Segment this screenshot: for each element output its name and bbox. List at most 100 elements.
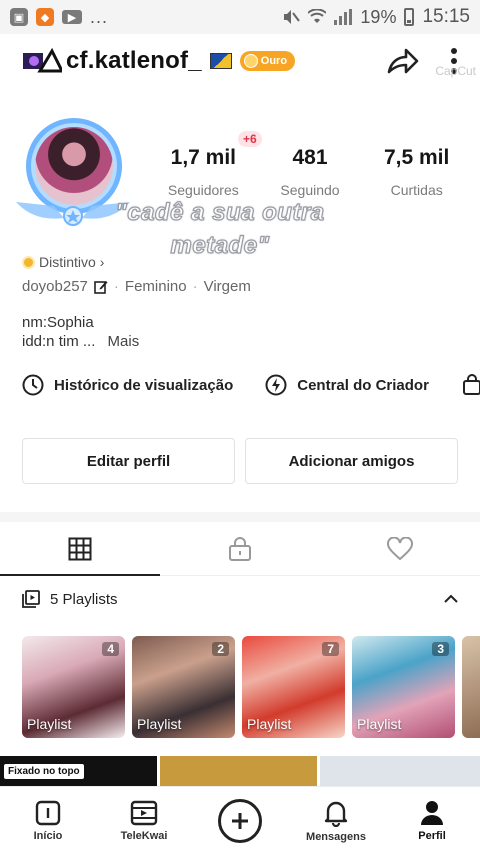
separator-dot: · bbox=[192, 278, 198, 295]
profile-bio: nm:Sophia idd:n tim ... Mais bbox=[22, 313, 139, 351]
content-tabs bbox=[0, 522, 480, 576]
youtube-icon: ▶ bbox=[62, 10, 82, 24]
share-icon[interactable] bbox=[386, 46, 420, 76]
following-stat[interactable]: 481 Seguindo bbox=[257, 146, 364, 198]
new-followers-badge: +6 bbox=[238, 131, 262, 147]
playlist-card[interactable]: 7 Playlist bbox=[242, 636, 345, 738]
battery-icon bbox=[404, 8, 415, 26]
chevron-right-icon: › bbox=[99, 254, 105, 270]
mute-icon bbox=[284, 10, 301, 24]
app-notification-icon: ◆ bbox=[36, 8, 54, 26]
wifi-icon bbox=[308, 9, 327, 23]
overlay-line-1: "cadê a sua outra bbox=[115, 198, 325, 226]
bio-more-link[interactable]: Mais bbox=[108, 333, 140, 350]
bag-icon bbox=[462, 374, 480, 395]
profile-header: cf.katlenof_ Ouro CapCut bbox=[0, 38, 480, 84]
profile-info-row: doyob257 · Feminino · Virgem bbox=[22, 278, 251, 295]
video-thumbnail[interactable]: Fixado no topo bbox=[0, 756, 157, 786]
lock-icon bbox=[229, 536, 251, 561]
create-button[interactable] bbox=[218, 798, 262, 843]
more-notifications: ... bbox=[90, 6, 109, 27]
zodiac-sign: Virgem bbox=[203, 278, 251, 295]
home-icon bbox=[35, 800, 61, 825]
add-friends-button[interactable]: Adicionar amigos bbox=[245, 438, 458, 484]
overlay-line-2: metade" bbox=[170, 231, 270, 259]
nav-profile[interactable]: Perfil bbox=[384, 787, 480, 854]
playlist-label: Playlist bbox=[357, 716, 402, 732]
gallery-app-icon: ▣ bbox=[10, 8, 28, 26]
playlist-label: Playlist bbox=[247, 716, 292, 732]
tv-icon bbox=[130, 800, 158, 825]
nav-profile-label: Perfil bbox=[418, 829, 446, 842]
followers-stat[interactable]: 1,7 mil Seguidores bbox=[150, 146, 257, 198]
nav-telekwai-label: TeleKwai bbox=[120, 829, 168, 842]
pinned-tag: Fixado no topo bbox=[4, 764, 84, 779]
playlist-video-count: 4 bbox=[102, 642, 119, 656]
playlist-video-count: 2 bbox=[212, 642, 229, 656]
playlists-row: 4 Playlist 2 Playlist 7 Playlist 3 Playl… bbox=[22, 636, 480, 740]
distintivo-link[interactable]: Distintivo › bbox=[22, 254, 104, 270]
playlist-icon bbox=[22, 590, 40, 608]
nav-messages[interactable]: Mensagens bbox=[288, 787, 384, 854]
clock-icon bbox=[22, 374, 44, 396]
heart-icon bbox=[387, 536, 413, 560]
nav-home-label: Início bbox=[33, 829, 63, 842]
distintivo-badge-icon bbox=[22, 255, 35, 269]
edit-profile-button[interactable]: Editar perfil bbox=[22, 438, 235, 484]
likes-stat[interactable]: 7,5 mil Curtidas bbox=[363, 146, 470, 198]
playlist-card[interactable]: 4 Playlist bbox=[22, 636, 125, 738]
followers-count: 1,7 mil bbox=[170, 146, 237, 169]
nav-create[interactable] bbox=[192, 787, 288, 854]
username: cf.katlenof_ bbox=[66, 47, 202, 74]
section-divider bbox=[0, 512, 480, 522]
distintivo-label: Distintivo bbox=[39, 254, 96, 270]
status-bar: ▣ ◆ ▶ ... 19% 15:15 bbox=[0, 0, 480, 34]
profile-stats: 1,7 mil Seguidores 481 Seguindo 7,5 mil … bbox=[150, 146, 470, 198]
creator-center-button[interactable]: Central do Criador bbox=[265, 374, 429, 396]
chevron-up-icon[interactable] bbox=[444, 594, 458, 604]
history-button[interactable]: Histórico de visualização bbox=[22, 374, 233, 396]
playlists-count-label: 5 Playlists bbox=[50, 590, 118, 608]
bell-icon bbox=[324, 801, 348, 827]
playlist-label: Playlist bbox=[137, 716, 182, 732]
playlist-card-partial[interactable] bbox=[462, 636, 480, 738]
profile-handle: doyob257 bbox=[22, 278, 88, 295]
playlist-card[interactable]: 2 Playlist bbox=[132, 636, 235, 738]
bio-line-1: nm:Sophia bbox=[22, 314, 94, 331]
plus-icon bbox=[232, 812, 248, 829]
nav-telekwai[interactable]: TeleKwai bbox=[96, 787, 192, 854]
history-label: Histórico de visualização bbox=[54, 376, 234, 394]
shop-button[interactable] bbox=[461, 374, 480, 396]
playlists-header[interactable]: 5 Playlists bbox=[22, 590, 458, 608]
video-thumbnail[interactable] bbox=[320, 756, 480, 786]
profile-icon bbox=[421, 800, 443, 825]
bottom-navigation: Início TeleKwai Mensagens Perfil bbox=[0, 786, 480, 854]
lightning-icon bbox=[265, 374, 287, 396]
nav-messages-label: Mensagens bbox=[306, 830, 366, 843]
clock: 15:15 bbox=[422, 6, 470, 27]
coin-icon bbox=[243, 54, 258, 68]
battery-percent: 19% bbox=[360, 6, 397, 27]
following-count: 481 bbox=[292, 146, 328, 169]
video-grid: Fixado no topo bbox=[0, 756, 480, 786]
grid-icon bbox=[68, 537, 92, 560]
gender: Feminino bbox=[124, 278, 187, 295]
ouro-label: Ouro bbox=[260, 55, 288, 67]
ouro-badge[interactable]: Ouro bbox=[239, 51, 296, 71]
video-thumbnail[interactable] bbox=[160, 756, 317, 786]
profile-tools: Histórico de visualização Central do Cri… bbox=[22, 374, 480, 396]
capcut-watermark: CapCut bbox=[435, 64, 476, 78]
likes-count: 7,5 mil bbox=[383, 146, 450, 169]
profile-logo-icon bbox=[22, 47, 65, 75]
edit-icon[interactable] bbox=[94, 280, 108, 294]
tab-private[interactable] bbox=[160, 522, 320, 575]
likes-label: Curtidas bbox=[390, 182, 443, 198]
playlist-label: Playlist bbox=[27, 716, 72, 732]
playlist-video-count: 7 bbox=[322, 642, 339, 656]
nav-home[interactable]: Início bbox=[0, 787, 96, 854]
tab-posts[interactable] bbox=[0, 522, 160, 576]
tab-liked[interactable] bbox=[320, 522, 480, 575]
signal-icon bbox=[334, 9, 353, 25]
creator-center-label: Central do Criador bbox=[297, 376, 429, 394]
playlist-card[interactable]: 3 Playlist bbox=[352, 636, 455, 738]
